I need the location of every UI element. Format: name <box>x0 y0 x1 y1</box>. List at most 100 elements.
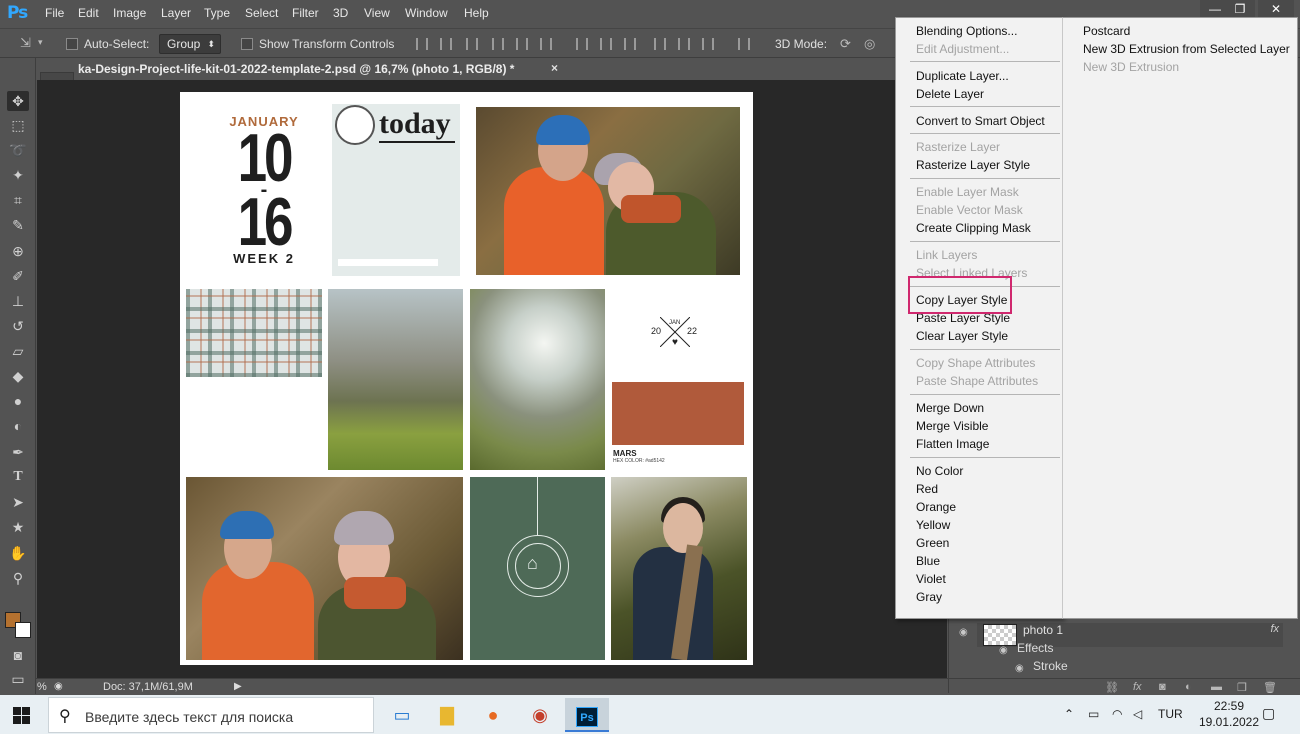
crop-tool-icon[interactable]: ⌗ <box>7 190 29 210</box>
visibility-eye-icon[interactable]: ◉ <box>1015 663 1024 674</box>
menu-item-color-green[interactable]: Green <box>916 536 949 550</box>
eyedropper-tool-icon[interactable]: ✎ <box>7 215 29 235</box>
menu-edit[interactable]: Edit <box>78 6 99 20</box>
close-window-button[interactable]: ✕ <box>1258 0 1294 18</box>
clock-date[interactable]: 19.01.2022 <box>1194 715 1264 729</box>
adjustment-layer-icon[interactable]: ◐ <box>1185 681 1192 693</box>
blur-tool-icon[interactable]: ● <box>7 391 29 411</box>
show-hidden-icons-chevron-icon[interactable]: ⌃ <box>1064 707 1074 721</box>
photo-5-woman[interactable] <box>611 477 747 660</box>
wifi-icon[interactable]: ◠ <box>1112 707 1122 721</box>
distribute-vcenter-icon[interactable] <box>600 38 612 50</box>
windows-start-icon[interactable] <box>13 707 31 724</box>
show-transform-checkbox[interactable] <box>241 38 253 50</box>
shape-tool-icon[interactable]: ★ <box>7 517 29 537</box>
brush-tool-icon[interactable]: ✐ <box>7 266 29 286</box>
add-style-icon[interactable]: fx <box>1133 681 1142 693</box>
magic-wand-tool-icon[interactable]: ✦ <box>7 165 29 185</box>
photo-4[interactable] <box>186 477 463 660</box>
menu-item-duplicate-layer[interactable]: Duplicate Layer... <box>916 69 1009 83</box>
menu-item-create-clipping-mask[interactable]: Create Clipping Mask <box>916 221 1031 235</box>
menu-image[interactable]: Image <box>113 6 146 20</box>
3d-orbit-icon[interactable]: ⟳ <box>840 36 851 52</box>
menu-item-color-yellow[interactable]: Yellow <box>916 518 950 532</box>
type-tool-icon[interactable]: T <box>7 467 29 487</box>
healing-brush-tool-icon[interactable]: ⊕ <box>7 241 29 261</box>
photo-2-park[interactable] <box>328 289 463 470</box>
photo-1[interactable] <box>476 107 740 275</box>
volume-icon[interactable]: ◁ <box>1133 707 1142 721</box>
align-vcenter-icon[interactable] <box>440 38 452 50</box>
auto-select-dropdown[interactable]: Group ⬍ <box>159 34 221 54</box>
3d-roll-icon[interactable]: ◎ <box>864 36 875 52</box>
status-info-icon[interactable]: ◉ <box>54 681 63 692</box>
link-layers-icon[interactable]: ⛓ <box>1105 681 1119 694</box>
align-top-icon[interactable] <box>416 38 428 50</box>
lasso-tool-icon[interactable]: ➰ <box>7 140 29 160</box>
background-color-swatch[interactable] <box>15 622 31 638</box>
firefox-icon[interactable]: ● <box>471 698 515 732</box>
menu-type[interactable]: Type <box>204 6 230 20</box>
history-brush-tool-icon[interactable]: ↺ <box>7 316 29 336</box>
zoom-tool-icon[interactable]: ⚲ <box>7 568 29 588</box>
menu-item-color-gray[interactable]: Gray <box>916 590 942 604</box>
marquee-tool-icon[interactable]: ⬚ <box>7 115 29 135</box>
menu-item-color-none[interactable]: No Color <box>916 464 963 478</box>
align-hcenter-icon[interactable] <box>516 38 528 50</box>
menu-layer[interactable]: Layer <box>161 6 191 20</box>
paint-bucket-tool-icon[interactable]: ◆ <box>7 366 29 386</box>
move-tool-icon[interactable]: ⇲ <box>20 35 31 51</box>
layer-fx-badge[interactable]: fx <box>1270 623 1279 635</box>
document-canvas[interactable]: JANUARY 10 - 16 WEEK 2 today JAN 20 22 ♥… <box>180 92 753 665</box>
chevron-down-icon[interactable]: ▾ <box>38 37 43 48</box>
stroke-effect-label[interactable]: Stroke <box>1033 659 1068 673</box>
distribute-left-icon[interactable] <box>654 38 666 50</box>
distribute-right-icon[interactable] <box>702 38 714 50</box>
taskbar-search-input[interactable]: ⚲ Введите здесь текст для поиска <box>48 697 374 733</box>
align-right-icon[interactable] <box>540 38 552 50</box>
menu-item-clear-layer-style[interactable]: Clear Layer Style <box>916 329 1008 343</box>
align-left-icon[interactable] <box>492 38 504 50</box>
menu-select[interactable]: Select <box>245 6 278 20</box>
pen-tool-icon[interactable]: ✒ <box>7 442 29 462</box>
document-tab[interactable]: ka-Design-Project-life-kit-01-2022-templ… <box>74 58 564 80</box>
move-tool-icon[interactable]: ✥ <box>7 91 29 111</box>
menu-item-color-blue[interactable]: Blue <box>916 554 940 568</box>
zoom-field[interactable]: % <box>37 681 47 693</box>
menu-item-merge-visible[interactable]: Merge Visible <box>916 419 988 433</box>
menu-item-delete-layer[interactable]: Delete Layer <box>916 87 984 101</box>
menu-3d[interactable]: 3D <box>333 6 348 20</box>
new-layer-icon[interactable]: ❐ <box>1237 681 1247 694</box>
notifications-icon[interactable]: ▢ <box>1262 705 1275 722</box>
status-menu-arrow-icon[interactable]: ▶ <box>234 681 242 692</box>
visibility-eye-icon[interactable]: ◉ <box>959 627 968 638</box>
new-group-icon[interactable]: ▬ <box>1211 681 1222 693</box>
menu-item-rasterize-layer-style[interactable]: Rasterize Layer Style <box>916 158 1030 172</box>
file-explorer-icon[interactable]: ▇ <box>425 698 469 732</box>
menu-window[interactable]: Window <box>405 6 448 20</box>
battery-icon[interactable]: ▭ <box>1088 707 1099 721</box>
menu-item-flatten-image[interactable]: Flatten Image <box>916 437 989 451</box>
hand-tool-icon[interactable]: ✋ <box>7 543 29 563</box>
dodge-tool-icon[interactable]: ◐ <box>7 416 29 436</box>
menu-item-color-red[interactable]: Red <box>916 482 938 496</box>
menu-item-color-violet[interactable]: Violet <box>916 572 946 586</box>
clone-stamp-tool-icon[interactable]: ⊥ <box>7 291 29 311</box>
menu-item-blending-options[interactable]: Blending Options... <box>916 24 1017 38</box>
menu-help[interactable]: Help <box>464 6 489 20</box>
path-selection-tool-icon[interactable]: ➤ <box>7 492 29 512</box>
auto-align-icon[interactable] <box>738 38 750 50</box>
close-tab-icon[interactable]: × <box>551 61 558 75</box>
menu-filter[interactable]: Filter <box>292 6 319 20</box>
restore-button[interactable]: ❐ <box>1225 0 1255 18</box>
align-bottom-icon[interactable] <box>466 38 478 50</box>
add-mask-icon[interactable]: ◙ <box>1159 681 1166 693</box>
visibility-eye-icon[interactable]: ◉ <box>999 645 1008 656</box>
menu-item-color-orange[interactable]: Orange <box>916 500 956 514</box>
menu-item-convert-smart-object[interactable]: Convert to Smart Object <box>916 114 1045 128</box>
menu-item-new-3d-extrusion-selected[interactable]: New 3D Extrusion from Selected Layer <box>1083 42 1290 56</box>
menu-item-merge-down[interactable]: Merge Down <box>916 401 984 415</box>
distribute-hcenter-icon[interactable] <box>678 38 690 50</box>
photoshop-taskbar-button[interactable]: Ps <box>565 698 609 732</box>
photo-3-sunlit-tree[interactable] <box>470 289 605 470</box>
